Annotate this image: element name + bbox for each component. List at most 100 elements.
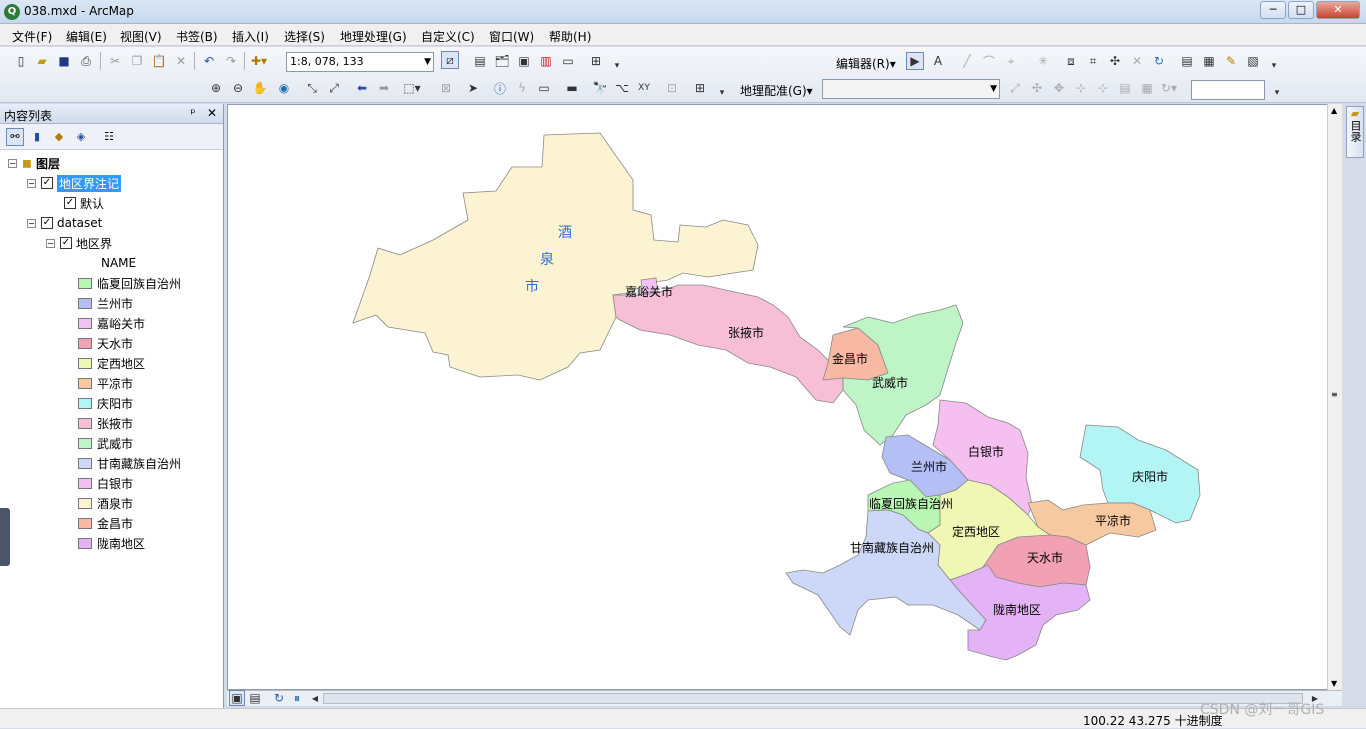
legend-swatch[interactable] [78,477,92,489]
end-point-arc-icon[interactable]: ⌒ [980,52,998,70]
create-viewer-icon[interactable]: ⊞ [691,79,709,97]
menu-selection[interactable]: 选择(S) [284,28,325,45]
minimize-button[interactable]: ─ [1260,1,1286,19]
group-visibility-checkbox[interactable]: ✓ [41,217,53,229]
toolbar-overflow-icon-4[interactable]: ▾ [1268,84,1286,102]
rotate-georef-icon[interactable]: ⤢ [1006,79,1024,97]
html-popup-icon[interactable]: ▭ [535,79,553,97]
georef-layer-combo[interactable]: ▼ [822,79,1000,99]
add-control-points-icon[interactable]: ⊹ [1072,79,1090,97]
legend-item[interactable]: 庆阳市 [78,394,133,412]
reshape-icon[interactable]: ⌗ [1084,52,1102,70]
zoom-in-icon[interactable]: ⊕ [207,79,225,97]
legend-item[interactable]: 金昌市 [78,514,133,532]
new-icon[interactable]: ▯ [12,52,30,70]
save-icon[interactable]: ■ [55,52,73,70]
georef-rotate-icon[interactable]: ↻▾ [1160,79,1178,97]
annotation-layer-label[interactable]: 地区界注记 [57,174,122,192]
legend-swatch[interactable] [78,397,92,409]
create-features-icon[interactable]: ✎ [1222,52,1240,70]
dock-grip[interactable] [0,508,10,566]
editor-menu[interactable]: 编辑器(R)▾ [836,55,896,72]
straight-segment-icon[interactable]: ╱ [958,52,976,70]
add-data-icon[interactable]: ✚▾ [250,52,268,70]
legend-swatch[interactable] [78,277,92,289]
legend-item[interactable]: 张掖市 [78,414,133,432]
view-link-table-icon[interactable]: ▤ [1116,79,1134,97]
annotation-layer[interactable]: − ✓ 地区界注记 [27,174,122,192]
close-icon[interactable]: ✕ [207,106,217,120]
menu-customize[interactable]: 自定义(C) [421,28,475,45]
map-vertical-scrollbar[interactable]: ▲ ≡ ▼ [1327,104,1342,690]
search-window-icon[interactable]: ▣ [515,52,533,70]
link-table-icon[interactable]: ⊹ [1094,79,1112,97]
scale-georef-icon[interactable]: ✥ [1050,79,1068,97]
menu-insert[interactable]: 插入(I) [232,28,269,45]
map-view[interactable]: 酒 泉 市 嘉峪关市 张掖市 金昌市 武威市 白银市 庆阳市 兰州市 临夏回族自… [227,104,1342,690]
cut-icon[interactable]: ✂ [106,52,124,70]
layer-visibility-checkbox[interactable]: ✓ [41,177,53,189]
measure-icon[interactable]: ▬ [563,79,581,97]
editor-toolbar-icon[interactable]: ⧄ [441,51,459,69]
refresh-icon[interactable]: ↻ [271,690,287,706]
legend-item[interactable]: 酒泉市 [78,494,133,512]
georeferencing-menu[interactable]: 地理配准(G)▾ [740,82,813,99]
legend-swatch[interactable] [78,297,92,309]
class-visibility-checkbox[interactable]: ✓ [64,197,76,209]
find-route-icon[interactable]: ⌥ [613,79,631,97]
legend-swatch[interactable] [78,337,92,349]
identify-icon[interactable]: ⓘ [491,79,509,97]
legend-item[interactable]: 武威市 [78,434,133,452]
fixed-zoom-out-icon[interactable]: ⤢ [325,79,343,97]
menu-file[interactable]: 文件(F) [12,28,52,45]
catalog-tab[interactable]: ▰ 目录 [1346,106,1364,158]
redo-icon[interactable]: ↷ [222,52,240,70]
legend-item[interactable]: 兰州市 [78,294,133,312]
layer-visibility-checkbox[interactable]: ✓ [60,237,72,249]
point-icon[interactable]: ✳ [1034,52,1052,70]
toc-options-icon[interactable]: ☷ [100,128,118,146]
layout-view-icon[interactable]: ▤ [247,690,263,706]
toolbar-overflow-icon-2[interactable]: ▾ [1265,57,1283,75]
sketch-properties-icon[interactable]: ▦ [1200,52,1218,70]
legend-swatch[interactable] [78,377,92,389]
time-slider-icon[interactable]: ⊡ [663,79,681,97]
print-icon[interactable]: ⎙ [77,52,95,70]
legend-item[interactable]: 平凉市 [78,374,133,392]
clear-selection-icon[interactable]: ⊠ [437,79,455,97]
menu-help[interactable]: 帮助(H) [549,28,591,45]
scroll-up-icon[interactable]: ▲ [1331,106,1337,115]
arctoolbox-icon[interactable]: ▥ [537,52,555,70]
split-icon[interactable]: ✕ [1128,52,1146,70]
legend-item[interactable]: 嘉峪关市 [78,314,145,332]
python-window-icon[interactable]: ▭ [559,52,577,70]
collapse-icon[interactable]: − [27,218,36,228]
select-features-icon[interactable]: ⬚▾ [403,79,421,97]
legend-item[interactable]: 甘南藏族自治州 [78,454,181,472]
catalog-icon[interactable]: 🗂 [493,52,511,70]
legend-swatch[interactable] [78,437,92,449]
menu-view[interactable]: 视图(V) [120,28,162,45]
list-by-drawing-order-icon[interactable]: ⚯ [6,128,24,146]
legend-swatch[interactable] [78,457,92,469]
trace-icon[interactable]: ⌖ [1002,52,1020,70]
scroll-left-icon[interactable]: ◀ [307,690,323,706]
zoom-out-icon[interactable]: ⊖ [229,79,247,97]
legend-swatch[interactable] [78,517,92,529]
cut-polygons-icon[interactable]: ✣ [1106,52,1124,70]
horizontal-scrollbar[interactable] [323,693,1303,704]
hyperlink-icon[interactable]: ϟ [513,79,531,97]
collapse-icon[interactable]: − [46,238,55,248]
find-icon[interactable]: 🔭 [591,79,609,97]
legend-item[interactable]: 天水市 [78,334,133,352]
select-elements-icon[interactable]: ➤ [464,79,482,97]
maximize-button[interactable]: □ [1288,1,1314,19]
georef-table-icon[interactable]: ▦ [1138,79,1156,97]
legend-item[interactable]: 白银市 [78,474,133,492]
editor-options-icon[interactable]: ▧ [1244,52,1262,70]
pause-drawing-icon[interactable]: ⏸ [289,690,305,706]
feature-layer[interactable]: − ✓ 地区界 [46,234,112,252]
table-icon[interactable]: ▤ [471,52,489,70]
list-by-selection-icon[interactable]: ◈ [72,128,90,146]
back-icon[interactable]: ⬅ [353,79,371,97]
